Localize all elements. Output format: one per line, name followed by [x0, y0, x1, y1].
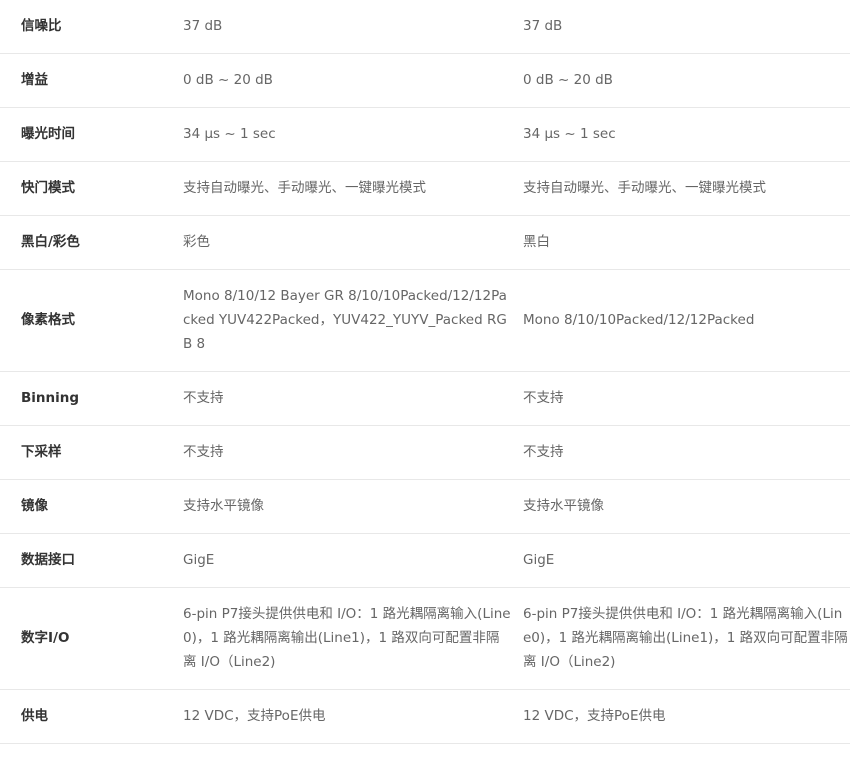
row-value-col2: 12 VDC，支持PoE供电	[523, 708, 666, 724]
table-row: 像素格式 Mono 8/10/12 Bayer GR 8/10/10Packed…	[0, 269, 850, 371]
row-value-col2: 0 dB ~ 20 dB	[523, 72, 613, 88]
row-value-col1: 彩色	[183, 234, 210, 250]
row-value-col1: 6-pin P7接头提供供电和 I/O：1 路光耦隔离输入(Line0)，1 路…	[183, 606, 511, 670]
row-label: 下采样	[21, 444, 62, 460]
row-value-col1: 37 dB	[183, 18, 223, 35]
row-value-col2: Mono 8/10/10Packed/12/12Packed	[523, 312, 755, 328]
row-label: 增益	[21, 72, 48, 88]
row-label: Binning	[21, 390, 80, 406]
row-value-col2: 支持自动曝光、手动曝光、一键曝光模式	[523, 180, 766, 196]
row-label: 曝光时间	[21, 126, 75, 142]
table-row: 黑白/彩色 彩色 黑白	[0, 215, 850, 269]
table-row: 数据接口 GigE GigE	[0, 533, 850, 587]
row-label: 镜像	[21, 498, 48, 514]
row-value-col1: Mono 8/10/12 Bayer GR 8/10/10Packed/12/1…	[183, 288, 507, 352]
table-row: 供电 12 VDC，支持PoE供电 12 VDC，支持PoE供电	[0, 689, 850, 743]
table-row: 下采样 不支持 不支持	[0, 425, 850, 479]
table-row: 镜像 支持水平镜像 支持水平镜像	[0, 479, 850, 533]
table-row: 信噪比 37 dB 37 dB	[0, 0, 850, 53]
row-value-col2: 34 μs ~ 1 sec	[523, 126, 616, 142]
row-value-col2: 不支持	[523, 444, 564, 460]
row-value-col1: 不支持	[183, 444, 224, 460]
row-value-col2: 6-pin P7接头提供供电和 I/O：1 路光耦隔离输入(Line0)，1 路…	[523, 606, 848, 670]
table-row: 增益 0 dB ~ 20 dB 0 dB ~ 20 dB	[0, 53, 850, 107]
table-row: Binning 不支持 不支持	[0, 371, 850, 425]
row-label: 像素格式	[21, 312, 75, 328]
row-value-col2: 支持水平镜像	[523, 498, 604, 514]
row-value-col2: 黑白	[523, 234, 550, 250]
table-row: 数字I/O 6-pin P7接头提供供电和 I/O：1 路光耦隔离输入(Line…	[0, 587, 850, 689]
spec-table: 信噪比 37 dB 37 dB 增益 0 dB ~ 20 dB 0 dB ~ 2…	[0, 0, 850, 744]
row-value-col2: 37 dB	[523, 18, 563, 35]
row-label: 黑白/彩色	[21, 234, 80, 250]
table-row: 快门模式 支持自动曝光、手动曝光、一键曝光模式 支持自动曝光、手动曝光、一键曝光…	[0, 161, 850, 215]
row-value-col2: GigE	[523, 552, 555, 568]
row-value-col1: 0 dB ~ 20 dB	[183, 72, 273, 88]
row-value-col1: 支持自动曝光、手动曝光、一键曝光模式	[183, 180, 426, 196]
row-label: 供电	[21, 708, 48, 724]
row-value-col1: 支持水平镜像	[183, 498, 264, 514]
row-value-col1: 12 VDC，支持PoE供电	[183, 708, 326, 724]
row-value-col2: 不支持	[523, 390, 564, 406]
row-label: 数字I/O	[21, 630, 70, 646]
row-label: 数据接口	[21, 552, 75, 568]
row-value-col1: 不支持	[183, 390, 224, 406]
row-label: 信噪比	[21, 18, 62, 35]
row-label: 快门模式	[21, 180, 75, 196]
row-value-col1: 34 μs ~ 1 sec	[183, 126, 276, 142]
table-row: 曝光时间 34 μs ~ 1 sec 34 μs ~ 1 sec	[0, 107, 850, 161]
row-value-col1: GigE	[183, 552, 215, 568]
